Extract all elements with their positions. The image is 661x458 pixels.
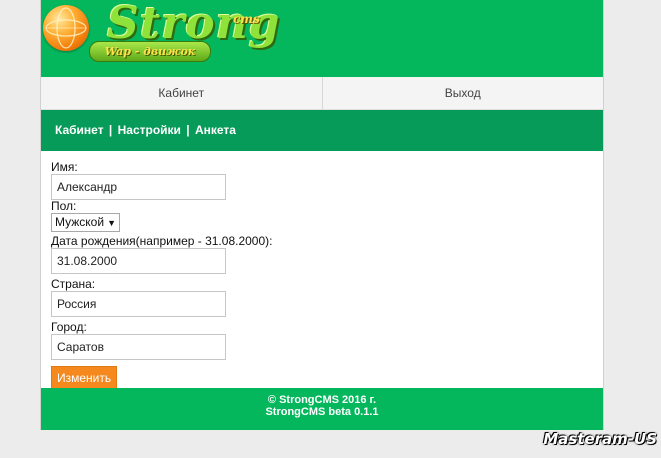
top-nav-cabinet[interactable]: Кабинет [41, 77, 322, 109]
profile-form: Имя: Александр Пол: Мужской ▼ Дата рожден… [41, 151, 603, 390]
sub-nav-cabinet[interactable]: Кабинет [55, 123, 104, 137]
top-nav-exit[interactable]: Выход [321, 77, 604, 109]
top-nav: Кабинет Выход [41, 77, 603, 110]
footer-version: StrongCMS beta 0.1.1 [265, 406, 379, 418]
country-input[interactable]: Россия [51, 291, 226, 317]
country-label: Страна: [51, 277, 96, 291]
site-footer: © StrongCMS 2016 г. StrongCMS beta 0.1.1 [41, 388, 603, 430]
globe-logo-icon [43, 5, 89, 51]
gender-select[interactable]: Мужской ▼ [51, 213, 120, 232]
site-header: Strong cms Wap - движок [41, 0, 603, 77]
sub-nav-separator: | [186, 123, 190, 137]
name-input[interactable]: Александр [51, 174, 226, 200]
birth-date-input[interactable]: 31.08.2000 [51, 248, 226, 274]
gender-select-value: Мужской [55, 215, 105, 229]
watermark-logo: Masteram-US [543, 430, 657, 448]
submit-button[interactable]: Изменить [51, 366, 118, 390]
sub-nav-settings[interactable]: Настройки [118, 123, 181, 137]
logo-subtitle: Wap - движок [89, 41, 211, 62]
page-container: Strong cms Wap - движок Кабинет Выход Ка… [40, 0, 604, 430]
gender-label: Пол: [51, 199, 77, 213]
name-label: Имя: [51, 160, 78, 174]
city-input[interactable]: Саратов [51, 334, 226, 360]
footer-copyright: © StrongCMS 2016 г. [267, 394, 377, 406]
sub-nav: Кабинет | Настройки | Анкета [41, 110, 603, 151]
birth-date-label: Дата рождения(например - 31.08.2000): [51, 234, 273, 248]
sub-nav-separator: | [108, 123, 113, 137]
logo-suffix: cms [233, 12, 260, 26]
city-label: Город: [51, 320, 87, 334]
dropdown-arrow-icon: ▼ [107, 218, 116, 228]
sub-nav-profile[interactable]: Анкета [195, 123, 236, 137]
